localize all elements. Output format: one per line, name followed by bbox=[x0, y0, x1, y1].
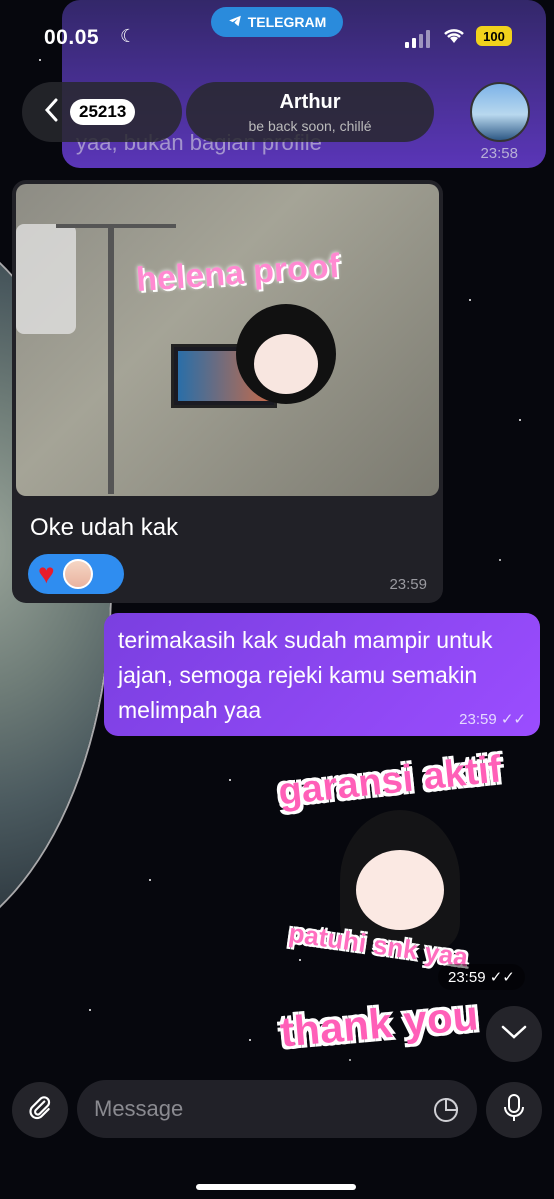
double-check-icon: ✓✓ bbox=[500, 711, 526, 728]
attach-button[interactable] bbox=[12, 1082, 68, 1138]
battery-level: 100 bbox=[483, 28, 505, 44]
outgoing-message-bubble[interactable]: terimakasih kak sudah mampir untuk jajan… bbox=[104, 613, 540, 736]
sticker-time-badge: 23:59 ✓✓ bbox=[438, 964, 525, 990]
status-time: 00.05 bbox=[44, 26, 100, 49]
cellular-signal-icon bbox=[405, 30, 430, 48]
sticker-message[interactable]: garansi aktif patuhi snk yaa bbox=[268, 740, 528, 1000]
back-button[interactable]: 25213 bbox=[22, 82, 182, 142]
previous-message-time: 23:58 bbox=[480, 145, 518, 162]
incoming-message-bubble[interactable]: helena proof Oke udah kak ♥ 23:59 bbox=[12, 180, 443, 603]
reaction-chip[interactable]: ♥ bbox=[28, 554, 124, 594]
iv-pole-bar bbox=[56, 224, 176, 228]
home-indicator[interactable] bbox=[196, 1184, 356, 1190]
photo-sticker-text: helena proof bbox=[134, 246, 342, 300]
contact-name: Arthur bbox=[279, 91, 341, 113]
sticker-girl-face bbox=[356, 850, 444, 930]
paperclip-icon bbox=[27, 1095, 53, 1126]
status-bar: 00.05 ☾ TELEGRAM 100 bbox=[0, 0, 554, 70]
chat-header-title[interactable]: Arthur be back soon, chillé bbox=[186, 82, 434, 142]
message-photo[interactable]: helena proof bbox=[16, 184, 439, 496]
incoming-message-text: Oke udah kak bbox=[30, 514, 179, 541]
outgoing-message-meta: 23:59 ✓✓ bbox=[459, 710, 526, 728]
telegram-pill-label: TELEGRAM bbox=[247, 14, 327, 30]
contact-status: be back soon, chillé bbox=[248, 118, 372, 134]
sticker-icon[interactable] bbox=[432, 1096, 460, 1124]
message-input[interactable] bbox=[77, 1080, 477, 1138]
chevron-down-icon bbox=[501, 1024, 527, 1045]
telegram-pill[interactable]: TELEGRAM bbox=[211, 7, 343, 37]
sticker-title-text: garansi aktif bbox=[276, 748, 504, 814]
voice-record-button[interactable] bbox=[486, 1082, 542, 1138]
heart-icon: ♥ bbox=[38, 558, 55, 589]
telegram-plane-icon bbox=[228, 14, 242, 31]
chevron-left-icon bbox=[44, 98, 58, 127]
moon-icon: ☾ bbox=[120, 26, 137, 46]
unread-count-badge: 25213 bbox=[70, 99, 136, 125]
sticker-time: 23:59 bbox=[448, 969, 486, 986]
iv-bag-image bbox=[16, 224, 76, 334]
double-check-icon: ✓✓ bbox=[489, 969, 515, 986]
scroll-down-button[interactable] bbox=[486, 1006, 542, 1062]
outgoing-message-time: 23:59 bbox=[459, 711, 497, 728]
iv-pole bbox=[108, 224, 114, 494]
battery-icon: 100 bbox=[476, 26, 512, 46]
incoming-message-time: 23:59 bbox=[389, 576, 427, 593]
reactor-avatar bbox=[62, 559, 93, 589]
microphone-icon bbox=[503, 1093, 525, 1128]
sticker-girl-face bbox=[254, 334, 318, 394]
wifi-icon bbox=[442, 26, 466, 49]
contact-avatar[interactable] bbox=[470, 82, 530, 142]
